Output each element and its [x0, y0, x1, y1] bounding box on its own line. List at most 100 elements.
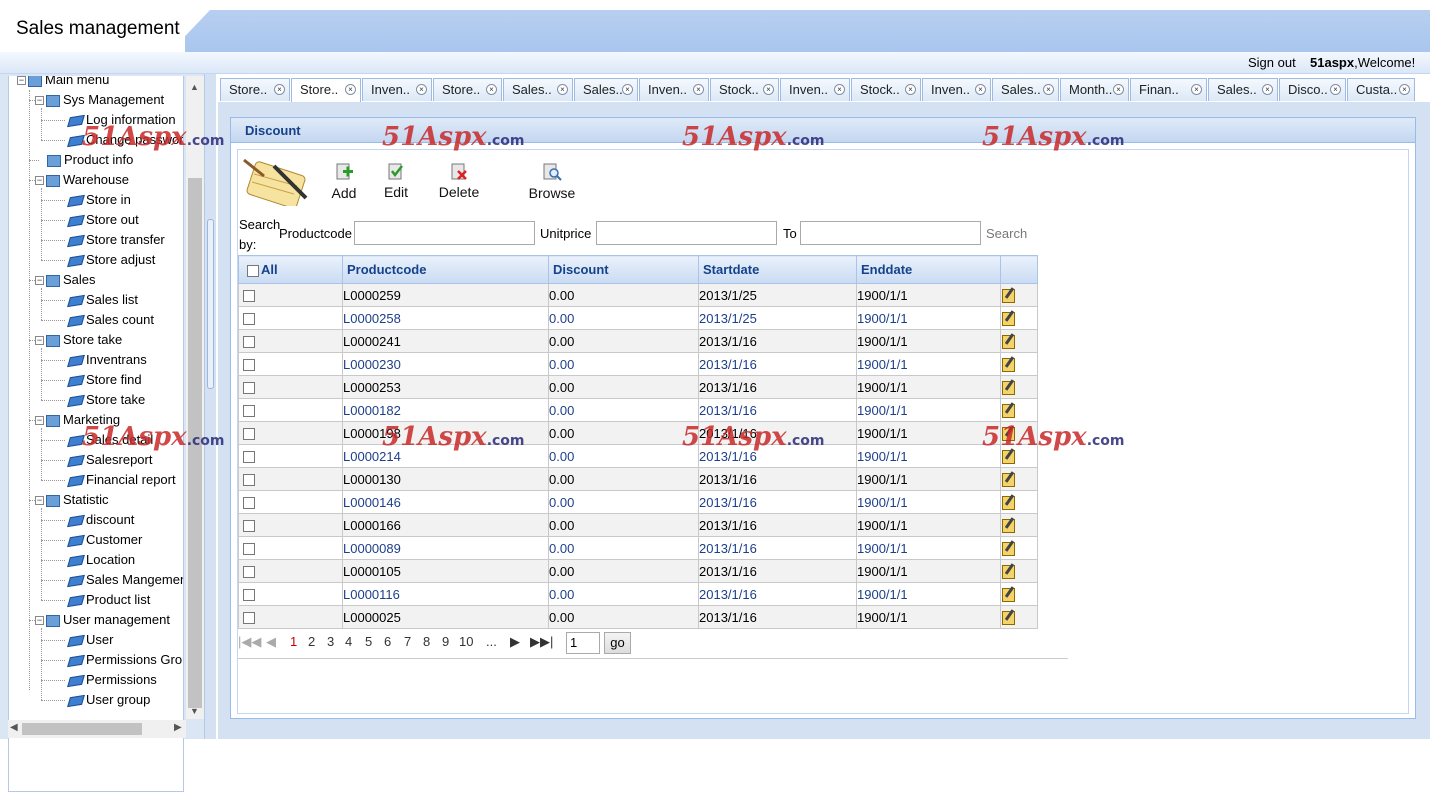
page-link[interactable]: 2 [308, 634, 315, 649]
row-checkbox[interactable] [243, 405, 255, 418]
edit-row-icon[interactable] [1002, 472, 1015, 487]
col-all[interactable]: All [238, 255, 343, 284]
tab-item[interactable]: Stock.. × [851, 78, 921, 101]
table-row[interactable]: L0000214 0.00 2013/1/16 1900/1/1 [238, 444, 1038, 468]
tree-item[interactable]: User group [67, 690, 150, 710]
table-row[interactable]: L0000253 0.00 2013/1/16 1900/1/1 [238, 375, 1038, 399]
tab-item[interactable]: Sales.. × [992, 78, 1059, 101]
table-row[interactable]: L0000025 0.00 2013/1/16 1900/1/1 [238, 605, 1038, 629]
tab-item[interactable]: Disco.. × [1279, 78, 1346, 101]
table-row[interactable]: L0000089 0.00 2013/1/16 1900/1/1 [238, 536, 1038, 560]
edit-row-icon[interactable] [1002, 403, 1015, 418]
scroll-up-icon[interactable]: ▲ [190, 82, 199, 92]
go-button[interactable]: go [604, 632, 631, 654]
tab-item[interactable]: Inven.. × [922, 78, 991, 101]
unitprice-from-input[interactable] [596, 221, 777, 245]
tree-group[interactable]: − Warehouse [35, 170, 129, 190]
tree-item[interactable]: discount [67, 510, 134, 530]
close-icon[interactable]: × [557, 84, 568, 95]
tree-item[interactable]: Sales list [67, 290, 138, 310]
tree-item[interactable]: Product list [67, 590, 150, 610]
close-icon[interactable]: × [416, 84, 427, 95]
tree-group[interactable]: − Statistic [35, 490, 109, 510]
row-checkbox[interactable] [243, 589, 255, 602]
splitter-grip[interactable] [207, 219, 214, 389]
scroll-right-icon[interactable]: ▶ [174, 722, 182, 733]
collapse-icon[interactable]: − [35, 176, 44, 186]
table-row[interactable]: L0000166 0.00 2013/1/16 1900/1/1 [238, 513, 1038, 537]
tab-item[interactable]: Custa.. × [1347, 78, 1415, 101]
sign-out-link[interactable]: Sign out [1248, 55, 1296, 70]
page-link[interactable]: 7 [404, 634, 411, 649]
tree-item[interactable]: Location [67, 550, 135, 570]
row-checkbox[interactable] [243, 543, 255, 556]
close-icon[interactable]: × [834, 84, 845, 95]
tab-item[interactable]: Sales.. × [1208, 78, 1278, 101]
page-link[interactable]: 3 [327, 634, 334, 649]
tree-root[interactable]: − Main menu [17, 76, 109, 90]
collapse-icon[interactable]: − [35, 496, 44, 506]
page-link[interactable]: 5 [365, 634, 372, 649]
close-icon[interactable]: × [1399, 84, 1410, 95]
close-icon[interactable]: × [486, 84, 497, 95]
collapse-icon[interactable]: − [35, 616, 44, 626]
tree-item[interactable]: Financial report [67, 470, 176, 490]
row-checkbox[interactable] [243, 359, 255, 372]
close-icon[interactable]: × [1113, 84, 1124, 95]
close-icon[interactable]: × [905, 84, 916, 95]
page-input[interactable]: 1 [566, 632, 600, 654]
tree-vertical-scrollbar[interactable]: ▲ ▼ [186, 76, 204, 719]
tree-item[interactable]: Inventrans [67, 350, 147, 370]
close-icon[interactable]: × [1262, 84, 1273, 95]
table-row[interactable]: L0000198 0.00 2013/1/16 1900/1/1 [238, 421, 1038, 445]
close-icon[interactable]: × [1191, 84, 1202, 95]
tree-item[interactable]: Permissions [67, 670, 157, 690]
edit-row-icon[interactable] [1002, 380, 1015, 395]
col-enddate[interactable]: Enddate [856, 255, 1001, 284]
row-checkbox[interactable] [243, 336, 255, 349]
tab-item[interactable]: Stock.. × [710, 78, 779, 101]
tab-item[interactable]: Month.. × [1060, 78, 1129, 101]
row-checkbox[interactable] [243, 313, 255, 326]
tree-item[interactable]: Salesreport [67, 450, 152, 470]
col-discount[interactable]: Discount [548, 255, 699, 284]
row-checkbox[interactable] [243, 451, 255, 464]
browse-button[interactable]: Browse [528, 162, 576, 201]
table-row[interactable]: L0000130 0.00 2013/1/16 1900/1/1 [238, 467, 1038, 491]
edit-row-icon[interactable] [1002, 495, 1015, 510]
tree-group[interactable]: − Sys Management [35, 90, 164, 110]
close-icon[interactable]: × [274, 84, 285, 95]
tree-group[interactable]: − Store take [35, 330, 122, 350]
row-checkbox[interactable] [243, 382, 255, 395]
table-row[interactable]: L0000182 0.00 2013/1/16 1900/1/1 [238, 398, 1038, 422]
page-link[interactable]: 1 [290, 634, 297, 649]
prev-page-icon[interactable]: ◀ [266, 634, 276, 650]
tree-item[interactable]: Customer [67, 530, 142, 550]
productcode-input[interactable] [354, 221, 535, 245]
tree-group[interactable]: − Sales [35, 270, 96, 290]
tree-item[interactable]: Sales Mangement [67, 570, 183, 590]
row-checkbox[interactable] [243, 290, 255, 303]
edit-row-icon[interactable] [1002, 288, 1015, 303]
table-row[interactable]: L0000241 0.00 2013/1/16 1900/1/1 [238, 329, 1038, 353]
page-link[interactable]: 4 [345, 634, 352, 649]
close-icon[interactable]: × [763, 84, 774, 95]
edit-row-icon[interactable] [1002, 610, 1015, 625]
close-icon[interactable]: × [1043, 84, 1054, 95]
first-page-icon[interactable]: |◀◀ [238, 634, 261, 650]
table-row[interactable]: L0000105 0.00 2013/1/16 1900/1/1 [238, 559, 1038, 583]
tree-group[interactable]: − User management [35, 610, 170, 630]
collapse-icon[interactable]: − [35, 416, 44, 426]
table-row[interactable]: L0000258 0.00 2013/1/25 1900/1/1 [238, 306, 1038, 330]
edit-row-icon[interactable] [1002, 518, 1015, 533]
tree-item[interactable]: Store out [67, 210, 139, 230]
next-page-icon[interactable]: ▶ [510, 634, 520, 650]
collapse-icon[interactable]: − [35, 96, 44, 106]
collapse-icon[interactable]: − [35, 276, 44, 286]
table-row[interactable]: L0000259 0.00 2013/1/25 1900/1/1 [238, 283, 1038, 307]
tree-item[interactable]: User [67, 630, 113, 650]
tree-item[interactable]: Store take [67, 390, 145, 410]
delete-button[interactable]: Delete [436, 162, 482, 200]
hscroll-thumb[interactable] [22, 723, 142, 735]
tree-item[interactable]: Store transfer [67, 230, 165, 250]
